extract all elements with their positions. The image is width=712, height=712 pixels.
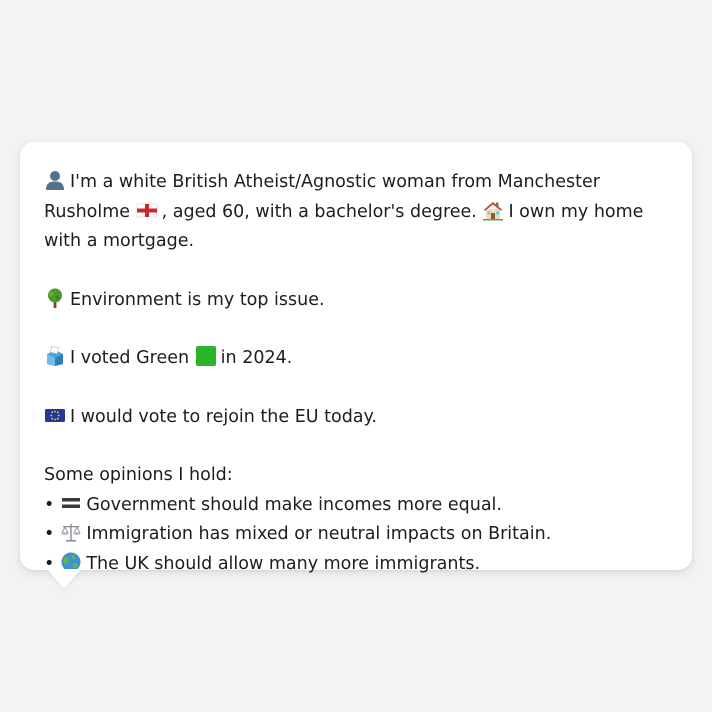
green-square-icon — [195, 345, 217, 367]
scales-icon — [60, 521, 82, 543]
opinion-item: • The UK should allow many more immigrant… — [44, 550, 668, 580]
top-issue-line: Environment is my top issue. — [44, 286, 668, 316]
intro-text-part2: , aged 60, with a bachelor's degree. — [161, 201, 477, 222]
ballot-box-icon — [44, 345, 66, 367]
speech-bubble-tail — [47, 569, 81, 589]
eu-line: I would vote to rejoin the EU today. — [44, 403, 668, 433]
house-icon — [482, 199, 504, 221]
eu-stance-text: I would vote to rejoin the EU today. — [70, 406, 377, 427]
opinion-text: Government should make incomes more equa… — [86, 494, 502, 515]
opinion-item: • Immigration has mixed or neutral impact… — [44, 520, 668, 550]
vote-suffix-text: in 2024. — [220, 348, 293, 368]
bullet: • — [44, 524, 55, 544]
opinion-text: Immigration has mixed or neutral impacts… — [86, 524, 552, 544]
england-flag-icon — [136, 199, 158, 221]
tree-icon — [44, 287, 66, 309]
top-issue-text: Environment is my top issue. — [70, 289, 325, 310]
intro-paragraph: I'm a white British Atheist/Agnostic wom… — [44, 168, 668, 257]
opinion-text: The UK should allow many more immigrants… — [86, 553, 481, 574]
vote-line: I voted Green in 2024. — [44, 344, 668, 374]
equals-icon — [60, 492, 82, 514]
persona-speech-bubble: I'm a white British Atheist/Agnostic wom… — [20, 142, 692, 574]
person-silhouette-icon — [44, 169, 66, 191]
vote-prefix-text: I voted Green — [70, 348, 190, 368]
bullet: • — [44, 494, 55, 515]
opinion-item: • Government should make incomes more equ… — [44, 491, 668, 521]
opinions-heading: Some opinions I hold: — [44, 465, 233, 485]
eu-flag-icon — [44, 404, 66, 426]
